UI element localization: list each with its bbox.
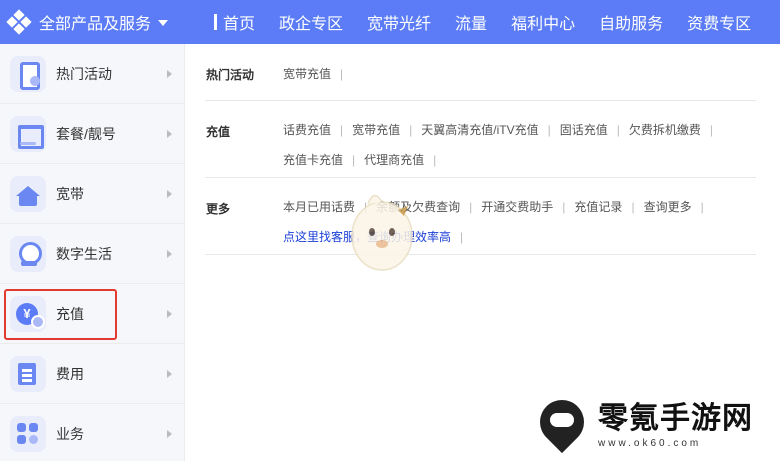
fee-icon xyxy=(10,355,46,392)
sidebar-item-label: 费用 xyxy=(56,365,84,382)
section-more: 更多 本月已用话费 | 余额及欠费查询 | 开通交费助手 | 充值记录 | 查询更多 | 点这里找客… xyxy=(205,178,756,255)
link-divider: | xyxy=(340,67,344,81)
section-hot-activity: 热门活动 宽带充值 | xyxy=(205,44,756,101)
section-recharge: 充值 话费充值 | 宽带充值 | 天翼高清充值/iTV充值 | 固话充值 | 欠费拆机缴费 | 充值… xyxy=(205,101,756,178)
link-divider: | xyxy=(364,200,368,214)
section-title: 热门活动 xyxy=(206,68,255,82)
chevron-right-icon xyxy=(167,189,172,198)
watermark-text: 零氪手游网 www.ok60.com xyxy=(598,402,753,449)
link-divider: | xyxy=(469,200,473,214)
service-icon xyxy=(10,415,46,452)
all-products-label: 全部产品及服务 xyxy=(39,16,152,33)
sidebar-item-broadband[interactable]: 宽带 xyxy=(0,164,185,224)
gamepad-pin-logo-icon xyxy=(538,400,586,450)
watermark-url: www.ok60.com xyxy=(598,437,702,449)
sidebar-item-label: 热门活动 xyxy=(56,65,112,82)
nav-item-data[interactable]: 流量 xyxy=(455,10,487,34)
link-landline-recharge[interactable]: 固话充值 xyxy=(560,115,608,145)
category-sidebar: 热门活动 套餐/靓号 宽带 数字生活 充值 费用 业务 xyxy=(0,44,185,461)
sidebar-item-hot-activity[interactable]: 热门活动 xyxy=(0,44,185,104)
link-recharge-history[interactable]: 充值记录 xyxy=(574,192,622,222)
link-divider: | xyxy=(433,153,437,167)
digital-life-icon xyxy=(10,235,46,272)
sidebar-item-recharge[interactable]: 充值 xyxy=(0,284,185,344)
link-customer-service[interactable]: 点这里找客服，查询办理效率高 xyxy=(283,222,451,252)
chevron-right-icon xyxy=(167,249,172,258)
chevron-right-icon xyxy=(167,309,172,318)
sidebar-item-label: 套餐/靓号 xyxy=(56,125,116,142)
link-divider: | xyxy=(460,230,464,244)
nav-item-home[interactable]: 首页 xyxy=(223,10,255,34)
sidebar-item-label: 数字生活 xyxy=(56,245,112,262)
caret-down-icon xyxy=(158,20,169,26)
link-divider: | xyxy=(700,200,704,214)
chevron-right-icon xyxy=(167,429,172,438)
link-divider: | xyxy=(709,123,714,137)
sidebar-item-label: 宽带 xyxy=(56,185,84,202)
sidebar-item-service[interactable]: 业务 xyxy=(0,404,185,461)
site-watermark: 零氪手游网 www.ok60.com xyxy=(538,400,753,450)
link-broadband-recharge[interactable]: 宽带充值 xyxy=(352,115,400,145)
link-divider: | xyxy=(547,123,551,137)
chevron-right-icon xyxy=(167,129,172,138)
link-list: 话费充值 | 宽带充值 | 天翼高清充值/iTV充值 | 固话充值 | 欠费拆机缴费 | 充值卡充值… xyxy=(283,115,753,175)
watermark-title: 零氪手游网 xyxy=(598,401,753,435)
link-balance-query[interactable]: 余额及欠费查询 xyxy=(376,192,460,222)
link-broadband-recharge[interactable]: 宽带充值 xyxy=(283,59,331,89)
link-divider: | xyxy=(562,200,566,214)
package-icon xyxy=(10,115,46,152)
section-title: 更多 xyxy=(206,202,231,216)
main-nav: 首页 政企专区 宽带光纤 流量 福利中心 自助服务 资费专区 xyxy=(223,10,775,34)
link-divider: | xyxy=(616,123,620,137)
link-payment-assistant[interactable]: 开通交费助手 xyxy=(481,192,553,222)
nav-divider xyxy=(214,14,217,30)
sidebar-item-digital-life[interactable]: 数字生活 xyxy=(0,224,185,284)
nav-item-self-service[interactable]: 自助服务 xyxy=(599,10,663,34)
link-list: 本月已用话费 | 余额及欠费查询 | 开通交费助手 | 充值记录 | 查询更多 | 点这里找客服，查… xyxy=(283,192,753,252)
sidebar-item-label: 业务 xyxy=(56,425,84,442)
nav-item-broadband[interactable]: 宽带光纤 xyxy=(367,10,431,34)
link-divider: | xyxy=(631,200,635,214)
link-divider: | xyxy=(409,123,413,137)
nav-item-welfare[interactable]: 福利中心 xyxy=(511,10,575,34)
chevron-right-icon xyxy=(167,369,172,378)
sidebar-item-label: 充值 xyxy=(56,305,84,322)
link-divider: | xyxy=(352,153,356,167)
sidebar-item-package[interactable]: 套餐/靓号 xyxy=(0,104,185,164)
all-products-menu[interactable]: 全部产品及服务 xyxy=(0,0,206,44)
chevron-right-icon xyxy=(167,69,172,78)
broadband-icon xyxy=(10,175,46,212)
link-monthly-usage[interactable]: 本月已用话费 xyxy=(283,192,355,222)
link-query-more[interactable]: 查询更多 xyxy=(644,192,692,222)
link-itv-recharge[interactable]: 天翼高清充值/iTV充值 xyxy=(421,115,538,145)
link-list: 宽带充值 | xyxy=(283,59,753,89)
diamond-logo-icon xyxy=(6,9,32,35)
top-nav-bar: 全部产品及服务 首页 政企专区 宽带光纤 流量 福利中心 自助服务 资费专区 xyxy=(0,0,780,44)
sidebar-item-fee[interactable]: 费用 xyxy=(0,344,185,404)
link-divider: | xyxy=(340,123,344,137)
link-card-recharge[interactable]: 充值卡充值 xyxy=(283,145,343,175)
link-agent-recharge[interactable]: 代理商充值 xyxy=(364,145,424,175)
nav-item-tariff[interactable]: 资费专区 xyxy=(687,10,751,34)
link-phone-recharge[interactable]: 话费充值 xyxy=(283,115,331,145)
phone-activity-icon xyxy=(10,55,46,92)
nav-item-enterprise[interactable]: 政企专区 xyxy=(279,10,343,34)
section-title: 充值 xyxy=(206,125,231,139)
recharge-icon xyxy=(10,295,46,332)
link-arrears-payment[interactable]: 欠费拆机缴费 xyxy=(629,115,701,145)
